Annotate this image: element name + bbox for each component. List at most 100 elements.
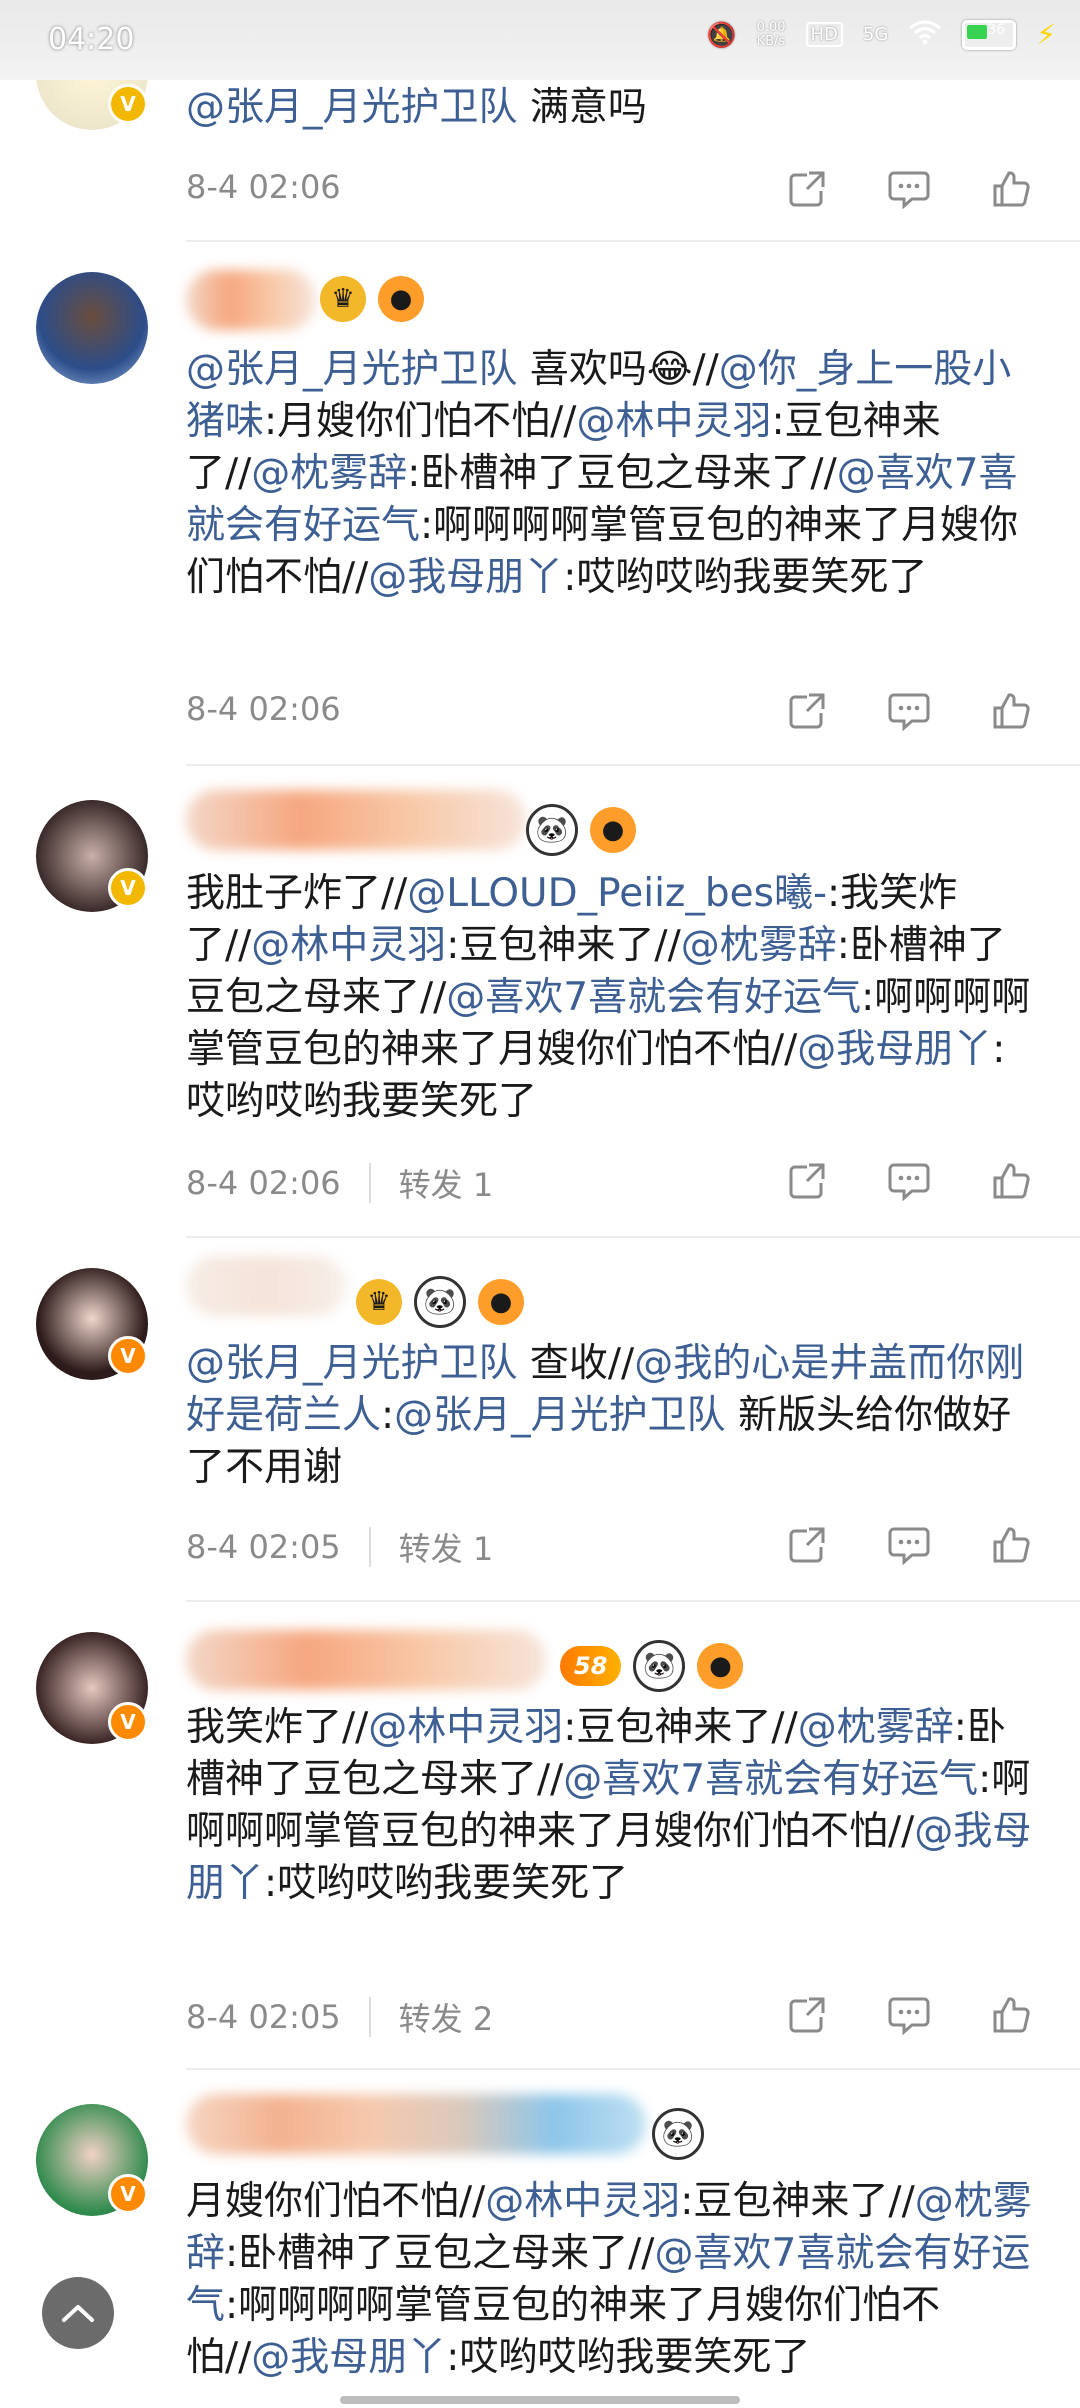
fish-badge-icon: ● <box>697 1643 744 1689</box>
level-badge: 58 <box>560 1646 622 1686</box>
comment-text-segment: :月嫂你们怕不怕// <box>264 399 577 444</box>
divider <box>186 1600 1080 1602</box>
repost-count[interactable]: 转发 1 <box>399 1160 494 1206</box>
mention-link[interactable]: @林中灵羽 <box>251 923 446 968</box>
comment-meta: 8-4 02:06 <box>186 168 341 206</box>
comment-meta: 8-4 02:06 转发 1 <box>186 1160 493 1206</box>
fish-badge-icon: ● <box>478 1279 524 1325</box>
panda-badge-icon: 🐼 <box>652 2108 704 2160</box>
signal-icon: 5G <box>862 24 889 45</box>
comment-text-segment: 满意吗 <box>517 85 647 130</box>
fish-badge-icon: ● <box>590 807 636 853</box>
user-badges: ♛ ● <box>320 276 424 322</box>
panda-badge-icon: 🐼 <box>414 1276 466 1328</box>
mention-link[interactable]: @我母朋丫 <box>368 555 563 600</box>
mention-link[interactable]: @喜欢7喜就会有好运气 <box>563 1757 978 1802</box>
verified-badge: V <box>108 84 148 124</box>
divider <box>186 2068 1080 2070</box>
like-icon[interactable] <box>990 690 1032 732</box>
like-icon[interactable] <box>990 1524 1032 1566</box>
comment-icon[interactable] <box>888 690 930 732</box>
comment-date: 8-4 02:05 <box>186 1998 341 2036</box>
mention-link[interactable]: @张月_月光护卫队 <box>186 1341 518 1386</box>
share-icon[interactable] <box>786 1524 828 1566</box>
charging-icon: ⚡ <box>1036 18 1056 51</box>
mute-icon: 🔕 <box>706 20 737 49</box>
hd-icon: HD <box>805 22 843 47</box>
comment-text: 我笑炸了//@林中灵羽:豆包神来了//@枕雾辞:卧槽神了豆包之母来了//@喜欢7… <box>186 1702 1036 1910</box>
mention-link[interactable]: @我母朋丫 <box>251 2335 446 2380</box>
comment-date: 8-4 02:06 <box>186 690 341 728</box>
avatar[interactable] <box>36 272 148 384</box>
repost-count[interactable]: 转发 2 <box>399 1994 494 2040</box>
mention-link[interactable]: @张月_月光护卫队 <box>394 1393 726 1438</box>
comment-icon[interactable] <box>888 1994 930 2036</box>
comment-text: @张月_月光护卫队 喜欢吗😂//@你_身上一股小猪味:月嫂你们怕不怕//@林中灵… <box>186 344 1036 604</box>
network-speed: 0.00 KB/s <box>756 19 786 49</box>
like-icon[interactable] <box>990 1994 1032 2036</box>
comment-text: 月嫂你们怕不怕//@林中灵羽:豆包神来了//@枕雾辞:卧槽神了豆包之母来了//@… <box>186 2176 1036 2408</box>
user-badges: 58 🐼 ● <box>560 1640 744 1692</box>
comment-text-segment: 查收// <box>517 1341 635 1386</box>
comment-meta: 8-4 02:05 转发 2 <box>186 1994 493 2040</box>
status-bar: 04:20 🔕 0.00 KB/s HD 5G 36 ⚡ <box>0 0 1080 80</box>
verified-badge: V <box>108 1336 148 1376</box>
like-icon[interactable] <box>990 1160 1032 1202</box>
username-blurred[interactable] <box>186 270 316 330</box>
comment-text-segment: 我肚子炸了// <box>186 871 408 916</box>
crown-badge-icon: ♛ <box>356 1279 402 1325</box>
share-icon[interactable] <box>786 168 828 210</box>
wifi-icon <box>908 19 942 51</box>
user-badges: ♛ 🐼 ● <box>356 1276 524 1328</box>
comment-text: @张月_月光护卫队 查收//@我的心是井盖而你刚好是荷兰人:@张月_月光护卫队 … <box>186 1338 1036 1494</box>
mention-link[interactable]: @我母朋丫 <box>797 1027 992 1072</box>
share-icon[interactable] <box>786 690 828 732</box>
comment-actions <box>786 1160 1032 1202</box>
comment-text-segment: 喜欢吗😂// <box>517 347 719 392</box>
comment-date: 8-4 02:06 <box>186 168 341 206</box>
user-badges: 🐼 ● <box>526 804 636 856</box>
mention-link[interactable]: @张月_月光护卫队 <box>186 347 518 392</box>
comment-text: 我肚子炸了//@LLOUD_Peiiz_bes曦-:我笑炸了//@林中灵羽:豆包… <box>186 868 1036 1128</box>
mention-link[interactable]: @LLOUD_Peiiz_bes曦- <box>407 871 827 916</box>
mention-link[interactable]: @林中灵羽 <box>485 2179 680 2224</box>
comment-text-segment: :豆包神来了// <box>563 1705 798 1750</box>
mention-link[interactable]: @枕雾辞 <box>798 1705 954 1750</box>
panda-badge-icon: 🐼 <box>526 804 578 856</box>
comment-text-segment: : <box>381 1393 395 1438</box>
comment-text-segment: :哎哟哎哟我要笑死了 <box>264 1861 629 1906</box>
username-blurred[interactable] <box>186 1256 346 1316</box>
mention-link[interactable]: @林中灵羽 <box>368 1705 563 1750</box>
comment-text-segment: 月嫂你们怕不怕// <box>186 2179 486 2224</box>
fish-badge-icon: ● <box>378 276 424 322</box>
comment-text-segment: :豆包神来了// <box>446 923 681 968</box>
repost-count[interactable]: 转发 1 <box>399 1524 494 1570</box>
username-blurred[interactable] <box>186 790 526 850</box>
comment-icon[interactable] <box>888 1160 930 1202</box>
status-icons: 🔕 0.00 KB/s HD 5G 36 ⚡ <box>707 18 1056 51</box>
like-icon[interactable] <box>990 168 1032 210</box>
mention-link[interactable]: @喜欢7喜就会有好运气 <box>446 975 861 1020</box>
divider <box>186 240 1080 242</box>
comment-date: 8-4 02:06 <box>186 1164 341 1202</box>
comment-icon[interactable] <box>888 168 930 210</box>
share-icon[interactable] <box>786 1160 828 1202</box>
comment-meta: 8-4 02:05 转发 1 <box>186 1524 493 1570</box>
mention-link[interactable]: @林中灵羽 <box>576 399 771 444</box>
panda-badge-icon: 🐼 <box>633 1640 686 1692</box>
verified-badge: V <box>108 1702 148 1742</box>
scroll-to-top-button[interactable] <box>42 2277 114 2349</box>
comment-text-segment: :哎哟哎哟我要笑死了 <box>563 555 928 600</box>
verified-badge: V <box>108 868 148 908</box>
username-blurred[interactable] <box>186 2094 646 2154</box>
comment-icon[interactable] <box>888 1524 930 1566</box>
home-indicator[interactable] <box>340 2396 740 2404</box>
mention-link[interactable]: @枕雾辞 <box>251 451 407 496</box>
comment-text-segment: :卧槽神了豆包之母来了// <box>407 451 837 496</box>
share-icon[interactable] <box>786 1994 828 2036</box>
mention-link[interactable]: @枕雾辞 <box>681 923 837 968</box>
mention-link[interactable]: @张月_月光护卫队 <box>186 85 518 130</box>
comment-date: 8-4 02:05 <box>186 1528 341 1566</box>
username-blurred[interactable] <box>186 1630 546 1690</box>
status-time: 04:20 <box>48 22 135 57</box>
